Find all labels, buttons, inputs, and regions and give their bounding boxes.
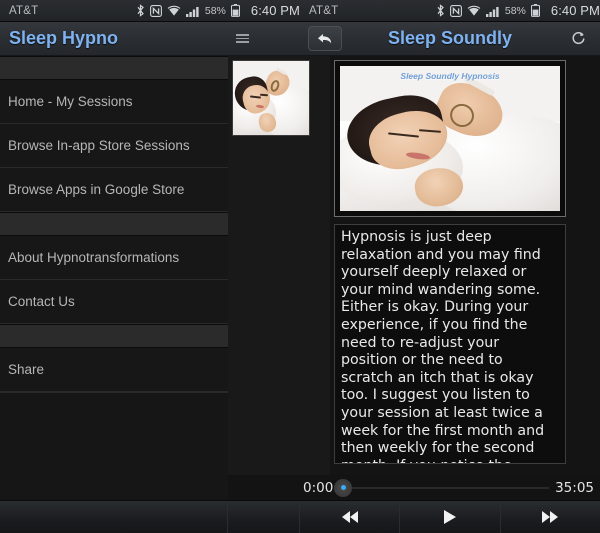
cell-signal-icon <box>485 6 499 17</box>
drawer-item-about-hypnotransformations[interactable]: About Hypnotransformations <box>0 236 228 280</box>
fast-forward-icon <box>542 511 559 523</box>
carrier-label-right: AT&T <box>309 4 339 17</box>
bluetooth-icon <box>437 4 444 17</box>
drawer-section-divider-2 <box>0 324 228 348</box>
drawer-item-label: Contact Us <box>8 294 75 309</box>
clock-left: 6:40 PM <box>250 3 300 18</box>
battery-percent-left: 58% <box>204 4 226 17</box>
clock-right: 6:40 PM <box>550 3 600 18</box>
bluetooth-icon <box>137 4 144 17</box>
battery-icon <box>230 4 240 17</box>
status-icons-left: 58% <box>136 4 240 17</box>
transport-spacer <box>228 501 300 533</box>
battery-icon <box>530 4 540 17</box>
battery-percent-right: 58% <box>504 4 526 17</box>
drawer-item-browse-apps-in-google-store[interactable]: Browse Apps in Google Store <box>0 168 228 212</box>
refresh-icon[interactable] <box>562 26 594 52</box>
session-detail-panel: Sleep Soundly Hypnosis Hypnosis is just … <box>330 56 600 475</box>
drawer-item-label: Home - My Sessions <box>8 94 133 109</box>
session-description-box[interactable]: Hypnosis is just deep relaxation and you… <box>334 224 566 464</box>
navigation-drawer: Home - My Sessions Browse In-app Store S… <box>0 56 228 533</box>
nfc-icon <box>449 4 462 17</box>
app-title-right: Sleep Soundly <box>387 28 513 48</box>
session-description-text: Hypnosis is just deep relaxation and you… <box>341 229 545 463</box>
app-bar-right: Sleep Soundly <box>300 22 600 56</box>
drawer-item-share[interactable]: Share <box>0 348 228 392</box>
phone-screenshot: AT&T 58% 6:40 PM AT&T 58% 6:40 PM Sleep … <box>0 0 600 533</box>
play-icon <box>443 510 456 524</box>
status-icons-right: 58% <box>436 4 540 17</box>
status-bar-right: AT&T 58% 6:40 PM <box>300 0 600 22</box>
current-time-label: 0:00 <box>303 479 334 496</box>
transport-empty-left <box>0 501 228 533</box>
session-thumbnail[interactable] <box>232 60 310 136</box>
drawer-section-divider-1 <box>0 212 228 236</box>
back-arrow-icon[interactable] <box>308 26 342 51</box>
drawer-item-label: Browse In-app Store Sessions <box>8 138 190 153</box>
player-transport-bar <box>0 500 600 533</box>
player-seek-row: 0:00 35:05 <box>228 475 600 500</box>
session-hero-image: Sleep Soundly Hypnosis <box>334 60 566 217</box>
session-list-column <box>228 56 330 475</box>
rewind-icon <box>341 511 358 523</box>
hero-photo <box>340 66 560 211</box>
status-bar-left: AT&T 58% 6:40 PM <box>0 0 300 22</box>
rewind-button[interactable] <box>300 501 401 533</box>
cell-signal-icon <box>185 6 199 17</box>
drawer-item-home-my-sessions[interactable]: Home - My Sessions <box>0 80 228 124</box>
app-title-left: Sleep Hypno <box>9 28 119 48</box>
drawer-bottom-rule <box>0 392 228 393</box>
nfc-icon <box>149 4 162 17</box>
thumbnail-photo <box>233 61 309 135</box>
drawer-header-strip <box>0 56 228 80</box>
wifi-icon <box>167 5 181 16</box>
drawer-item-label: Share <box>8 362 45 377</box>
wifi-icon <box>467 5 481 16</box>
fast-forward-button[interactable] <box>501 501 600 533</box>
drawer-item-browse-in-app-store-sessions[interactable]: Browse In-app Store Sessions <box>0 124 228 168</box>
drawer-item-label: Browse Apps in Google Store <box>8 182 185 197</box>
total-time-label: 35:05 <box>555 479 594 496</box>
drawer-item-contact-us[interactable]: Contact Us <box>0 280 228 324</box>
drawer-item-label: About Hypnotransformations <box>8 250 180 265</box>
seek-bar[interactable] <box>334 478 550 497</box>
seek-thumb[interactable] <box>334 478 353 497</box>
carrier-label-left: AT&T <box>9 4 39 17</box>
hamburger-menu-icon[interactable] <box>226 26 258 52</box>
hero-caption: Sleep Soundly Hypnosis <box>400 71 500 81</box>
play-button[interactable] <box>400 501 501 533</box>
app-bar-left: Sleep Hypno <box>0 22 300 56</box>
